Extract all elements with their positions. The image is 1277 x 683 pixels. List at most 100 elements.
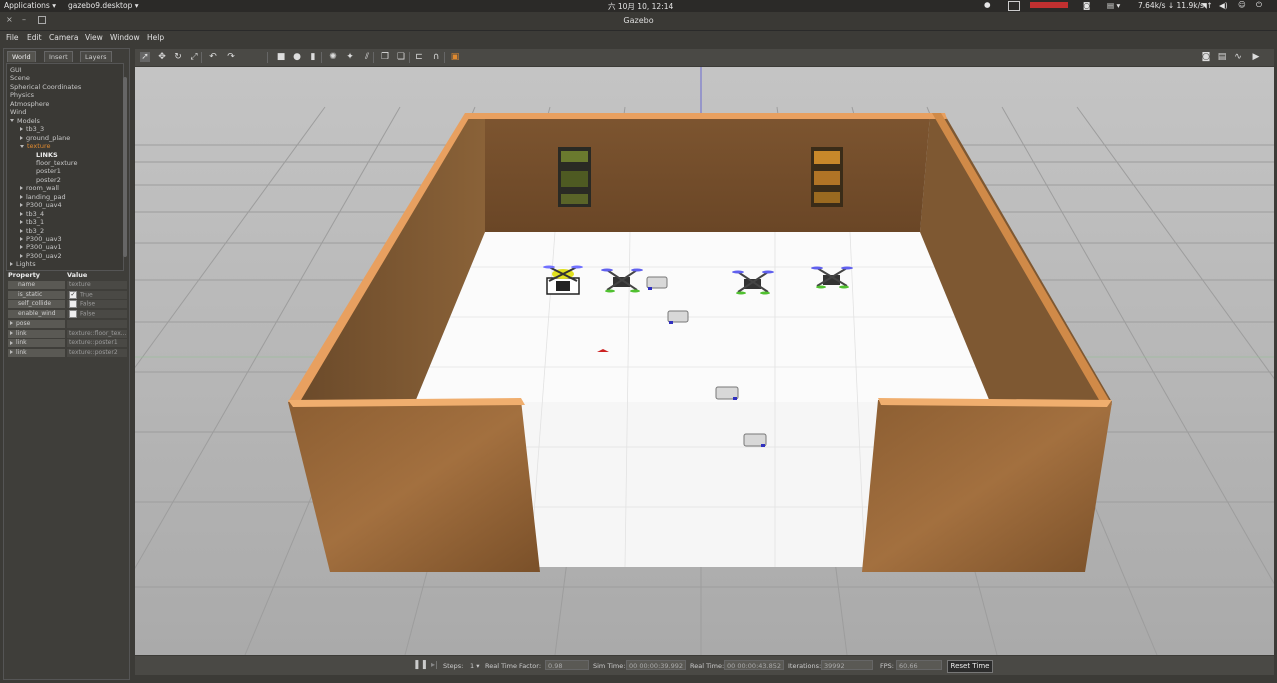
screenshot-icon[interactable]: ◙ xyxy=(1201,52,1211,62)
tab-world[interactable]: World xyxy=(7,51,36,62)
rotate-icon[interactable]: ↻ xyxy=(173,52,183,62)
tree-item-spherical-coordinates[interactable]: Spherical Coordinates xyxy=(10,83,81,91)
property-row[interactable]: name texture xyxy=(6,281,127,289)
user-icon[interactable]: ☺ xyxy=(1238,0,1246,9)
collapsed-arrow-icon[interactable] xyxy=(10,262,13,267)
unchecked-checkbox-icon[interactable] xyxy=(69,310,77,319)
menu-view[interactable]: View xyxy=(85,33,103,42)
tree-item-landing-pad[interactable]: landing_pad xyxy=(20,193,66,201)
point-light-icon[interactable]: ✺ xyxy=(328,52,338,62)
collapsed-arrow-icon[interactable] xyxy=(20,228,23,233)
clock[interactable]: 六 10月 10, 12:14 xyxy=(608,1,673,12)
steps-spinner[interactable]: 1 ▾ xyxy=(470,662,479,670)
expand-arrow-icon[interactable] xyxy=(10,340,13,345)
applications-menu[interactable]: Applications ▾ xyxy=(4,1,56,10)
cylinder-icon[interactable]: ▮ xyxy=(308,52,318,62)
sphere-icon[interactable]: ● xyxy=(292,52,302,62)
box-icon[interactable]: ■ xyxy=(276,52,286,62)
scale-icon[interactable]: ⤢ xyxy=(189,52,199,62)
menu-camera[interactable]: Camera xyxy=(49,33,78,42)
property-row[interactable]: pose xyxy=(6,319,127,328)
tree-item-p300-uav2[interactable]: P300_uav2 xyxy=(20,252,62,260)
collapsed-arrow-icon[interactable] xyxy=(20,127,23,132)
wifi-icon[interactable]: ◥ xyxy=(1201,1,1207,10)
unchecked-checkbox-icon[interactable] xyxy=(69,300,77,309)
collapsed-arrow-icon[interactable] xyxy=(20,211,23,216)
clipboard-indicator-icon[interactable]: ▤ ▾ xyxy=(1107,1,1120,10)
step-icon[interactable]: ▸| xyxy=(431,660,438,669)
power-icon[interactable]: ⏻ xyxy=(1256,0,1262,10)
tree-item-links[interactable]: LINKS xyxy=(30,151,58,159)
property-row[interactable]: link texture::poster1 xyxy=(6,339,127,348)
change-view-icon[interactable]: ▣ xyxy=(450,52,460,62)
collapsed-arrow-icon[interactable] xyxy=(20,245,23,250)
tree-item-texture[interactable]: texture xyxy=(20,142,50,150)
log-icon[interactable]: ▤ xyxy=(1217,52,1227,62)
scene-viewport[interactable] xyxy=(135,67,1274,655)
expanded-arrow-icon[interactable] xyxy=(20,144,24,148)
translate-icon[interactable]: ✥ xyxy=(157,52,167,62)
align-icon[interactable]: ⊏ xyxy=(414,52,424,62)
directional-light-icon[interactable]: ⫽ xyxy=(362,52,372,62)
menu-file[interactable]: File xyxy=(6,33,19,42)
camera-indicator-icon[interactable]: ◙ xyxy=(1083,1,1090,10)
expand-arrow-icon[interactable] xyxy=(10,350,13,355)
select-icon[interactable]: ➚ xyxy=(140,52,150,62)
undo-icon[interactable]: ↶ xyxy=(208,52,218,62)
collapsed-arrow-icon[interactable] xyxy=(20,220,23,225)
menu-edit[interactable]: Edit xyxy=(27,33,42,42)
collapsed-arrow-icon[interactable] xyxy=(20,253,23,258)
expand-arrow-icon[interactable] xyxy=(10,331,13,335)
video-icon[interactable]: ▶ xyxy=(1251,52,1261,62)
property-row[interactable]: self_collide False xyxy=(6,300,127,309)
property-value[interactable]: False xyxy=(67,300,127,309)
tree-item-tb3-2[interactable]: tb3_2 xyxy=(20,227,44,235)
tree-item-tb3-3[interactable]: tb3_3 xyxy=(20,125,44,133)
expand-arrow-icon[interactable] xyxy=(10,321,13,326)
tree-item-room-wall[interactable]: room_wall xyxy=(20,184,59,192)
tree-item-ground-plane[interactable]: ground_plane xyxy=(20,134,70,142)
tree-item-p300-uav1[interactable]: P300_uav1 xyxy=(20,243,62,251)
tree-item-p300-uav3[interactable]: P300_uav3 xyxy=(20,235,62,243)
tab-insert[interactable]: Insert xyxy=(44,51,73,62)
menu-window[interactable]: Window xyxy=(110,33,140,42)
property-value[interactable]: False xyxy=(67,310,127,319)
property-row[interactable]: link texture::floor_tex... xyxy=(6,329,127,338)
collapsed-arrow-icon[interactable] xyxy=(20,203,23,208)
tree-item-atmosphere[interactable]: Atmosphere xyxy=(10,100,49,108)
expanded-arrow-icon[interactable] xyxy=(10,119,14,123)
redo-icon[interactable]: ↷ xyxy=(226,52,236,62)
property-row[interactable]: is_static ✓ True xyxy=(6,290,127,299)
checked-checkbox-icon[interactable]: ✓ xyxy=(69,290,77,299)
tree-item-p300-uav4[interactable]: P300_uav4 xyxy=(20,201,62,209)
tree-item-wind[interactable]: Wind xyxy=(10,108,26,116)
property-row[interactable]: link texture::poster2 xyxy=(6,348,127,357)
tree-item-tb3-4[interactable]: tb3_4 xyxy=(20,210,44,218)
tree-item-models[interactable]: Models xyxy=(10,117,40,125)
app-name-menu[interactable]: gazebo9.desktop ▾ xyxy=(68,1,138,10)
tree-item-gui[interactable]: GUI xyxy=(10,66,22,74)
spot-light-icon[interactable]: ✦ xyxy=(345,52,355,62)
collapsed-arrow-icon[interactable] xyxy=(20,237,23,241)
snap-icon[interactable]: ∩ xyxy=(431,52,441,62)
tree-item-poster1[interactable]: poster1 xyxy=(30,167,61,175)
sound-icon[interactable]: ◀) xyxy=(1219,1,1228,10)
keyboard-indicator-icon[interactable] xyxy=(1008,1,1020,11)
reset-time-button[interactable]: Reset Time xyxy=(947,660,993,673)
pause-icon[interactable]: ❚❚ xyxy=(413,660,428,670)
copy-icon[interactable]: ❐ xyxy=(380,52,390,62)
menu-help[interactable]: Help xyxy=(147,33,164,42)
collapsed-arrow-icon[interactable] xyxy=(20,194,23,199)
tree-item-floor-texture[interactable]: floor_texture xyxy=(30,159,77,167)
property-value[interactable]: ✓ True xyxy=(67,290,127,299)
property-row[interactable]: enable_wind False xyxy=(6,310,127,319)
collapsed-arrow-icon[interactable] xyxy=(20,186,23,191)
status-indicator-icon[interactable] xyxy=(1030,2,1068,8)
tree-item-physics[interactable]: Physics xyxy=(10,91,34,99)
tree-item-poster2[interactable]: poster2 xyxy=(30,176,61,184)
plot-icon[interactable]: ∿ xyxy=(1233,52,1243,62)
collapsed-arrow-icon[interactable] xyxy=(20,135,23,140)
tab-layers[interactable]: Layers xyxy=(80,51,112,62)
tree-scrollbar[interactable] xyxy=(123,77,127,257)
tree-item-scene[interactable]: Scene xyxy=(10,74,30,82)
